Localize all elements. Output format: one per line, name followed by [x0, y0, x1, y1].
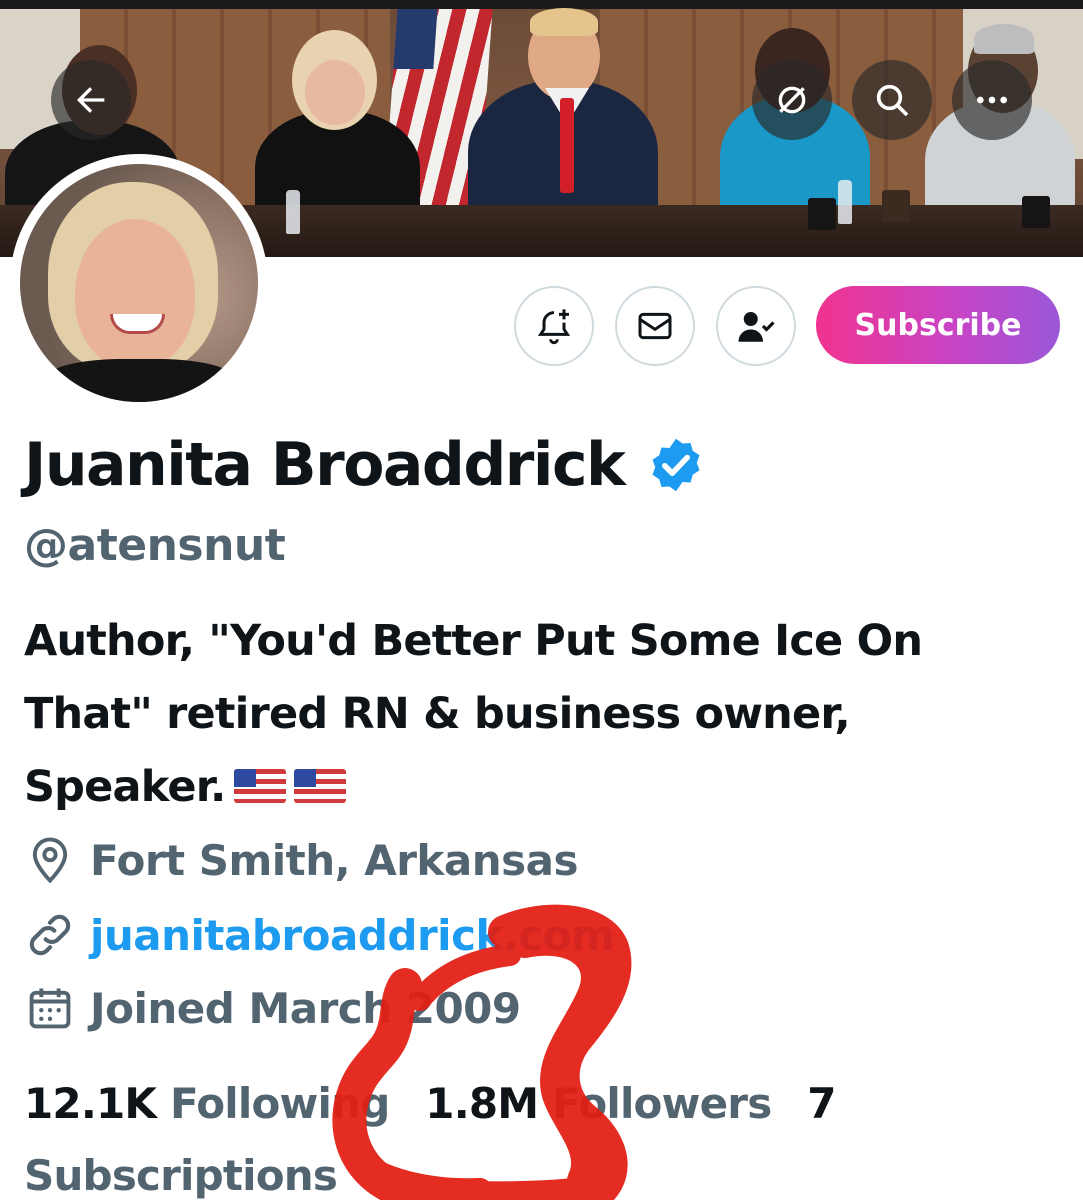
banner-person-cap: [974, 24, 1034, 54]
profile-website-row: juanitabroaddrick.com: [24, 909, 615, 961]
arrow-left-icon: [77, 87, 105, 113]
followers-label: Followers: [552, 1079, 772, 1128]
following-button[interactable]: [716, 286, 796, 366]
link-icon: [29, 914, 71, 956]
avatar-photo: [20, 164, 258, 402]
profile-location-row: Fort Smith, Arkansas: [24, 834, 578, 886]
hide-button[interactable]: [752, 60, 832, 140]
more-button[interactable]: [952, 60, 1032, 140]
banner-person-hair: [530, 8, 598, 36]
profile-website-link[interactable]: juanitabroaddrick.com: [90, 911, 615, 960]
profile-stats: 12.1K Following 1.8M Followers 7 Subscri…: [24, 1068, 1074, 1200]
banner-bottle: [838, 180, 852, 224]
message-button[interactable]: [615, 286, 695, 366]
profile-bio: Author, "You'd Better Put Some Ice On Th…: [24, 605, 1064, 824]
banner-top-edge: [0, 0, 1083, 9]
bell-plus-icon: [537, 309, 571, 345]
bio-text: Author, "You'd Better Put Some Ice On Th…: [24, 616, 923, 812]
following-count: 12.1K: [24, 1079, 157, 1128]
profile-name-row: Juanita Broaddrick: [24, 430, 706, 500]
profile-joined-row: Joined March 2009: [24, 982, 521, 1034]
followers-count: 1.8M: [425, 1079, 539, 1128]
banner-glass: [882, 190, 910, 222]
subscriptions-label: Subscriptions: [24, 1151, 338, 1200]
search-icon: [876, 84, 909, 117]
following-link[interactable]: 12.1K Following: [24, 1079, 390, 1128]
following-label: Following: [170, 1079, 390, 1128]
us-flag-emoji: [233, 769, 286, 803]
banner-person-face: [305, 60, 365, 125]
verified-badge-icon[interactable]: [646, 435, 706, 495]
banner-mug: [1022, 196, 1050, 228]
banner-mug: [808, 198, 836, 230]
profile-name: Juanita Broaddrick: [24, 430, 626, 500]
back-button[interactable]: [51, 60, 131, 140]
more-dots-icon: [977, 96, 1007, 104]
envelope-icon: [638, 312, 672, 340]
banner-bottle: [286, 190, 300, 234]
avatar[interactable]: [10, 154, 268, 412]
calendar-icon: [29, 988, 71, 1029]
person-check-icon: [738, 312, 775, 342]
notifications-button[interactable]: [514, 286, 594, 366]
us-flag-emoji: [293, 769, 346, 803]
subscriptions-count: 7: [807, 1079, 836, 1128]
profile-handle: @atensnut: [24, 520, 286, 571]
search-button[interactable]: [852, 60, 932, 140]
profile-location: Fort Smith, Arkansas: [90, 835, 578, 885]
slashed-circle-icon: [778, 86, 806, 114]
profile-joined: Joined March 2009: [90, 983, 521, 1033]
location-pin-icon: [32, 837, 68, 884]
banner-tie: [560, 98, 574, 193]
subscribe-button[interactable]: Subscribe: [816, 286, 1060, 364]
followers-link[interactable]: 1.8M Followers: [425, 1079, 772, 1128]
